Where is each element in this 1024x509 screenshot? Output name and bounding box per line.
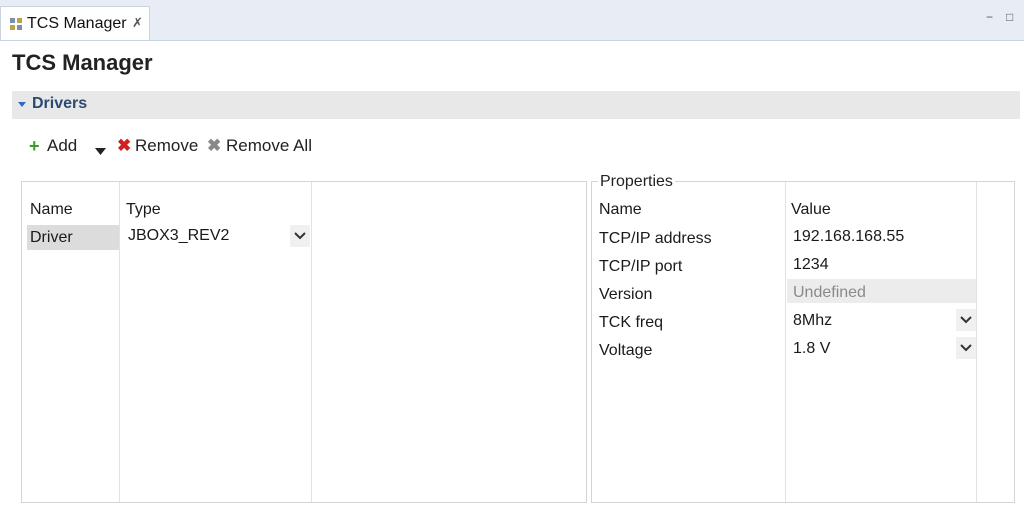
drivers-table: Name Type Driver JBOX3_REV2 xyxy=(21,181,587,503)
add-icon[interactable]: + xyxy=(29,136,40,157)
remove-button[interactable]: Remove xyxy=(135,136,198,156)
add-button[interactable]: Add xyxy=(47,136,77,156)
maximize-icon[interactable]: □ xyxy=(1006,10,1013,24)
property-name: Voltage xyxy=(599,342,653,359)
collapse-triangle-icon[interactable] xyxy=(18,102,26,107)
editor-tab-bar: TCS Manager ✗ − □ xyxy=(0,0,1024,41)
property-value[interactable]: 192.168.168.55 xyxy=(793,228,904,246)
property-value[interactable]: 1234 xyxy=(793,256,829,274)
property-name: TCP/IP port xyxy=(599,258,683,275)
driver-type-cell[interactable]: JBOX3_REV2 xyxy=(128,227,229,245)
chevron-down-icon xyxy=(960,316,972,324)
properties-panel: Name Value TCP/IP address 192.168.168.55… xyxy=(591,181,1015,503)
minimize-icon[interactable]: − xyxy=(986,10,993,24)
property-value[interactable]: 8Mhz xyxy=(793,312,832,330)
remove-all-button[interactable]: Remove All xyxy=(226,136,312,156)
column-header-type[interactable]: Type xyxy=(126,201,161,219)
close-icon[interactable]: ✗ xyxy=(132,15,143,31)
chevron-down-icon xyxy=(960,344,972,352)
property-name: Version xyxy=(599,286,653,303)
section-label: Drivers xyxy=(32,95,88,112)
property-value: Undefined xyxy=(793,284,866,301)
drivers-section-header[interactable]: Drivers xyxy=(12,91,1020,119)
property-name: TCK freq xyxy=(599,314,664,331)
tab-tcs-manager[interactable]: TCS Manager ✗ xyxy=(0,6,150,40)
column-header-value[interactable]: Value xyxy=(791,201,831,219)
chevron-down-icon xyxy=(294,232,306,240)
remove-all-icon[interactable]: ✖ xyxy=(207,136,221,156)
properties-legend: Properties xyxy=(598,173,675,191)
column-header-name[interactable]: Name xyxy=(30,201,73,219)
column-divider xyxy=(785,182,786,502)
remove-icon[interactable]: ✖ xyxy=(117,136,131,156)
voltage-dropdown[interactable] xyxy=(956,337,976,359)
property-name: TCP/IP address xyxy=(599,230,712,247)
property-value[interactable]: 1.8 V xyxy=(793,340,830,358)
manager-icon xyxy=(9,17,23,31)
column-header-name[interactable]: Name xyxy=(599,201,642,219)
page-title: TCS Manager xyxy=(12,50,153,75)
tck-freq-dropdown[interactable] xyxy=(956,309,976,331)
driver-name-cell[interactable]: Driver xyxy=(30,229,73,247)
column-divider xyxy=(119,182,120,502)
tab-label: TCS Manager xyxy=(27,15,127,32)
type-dropdown[interactable] xyxy=(290,225,310,247)
column-divider xyxy=(976,182,977,502)
chevron-down-icon[interactable] xyxy=(95,142,106,160)
column-divider xyxy=(311,182,312,502)
